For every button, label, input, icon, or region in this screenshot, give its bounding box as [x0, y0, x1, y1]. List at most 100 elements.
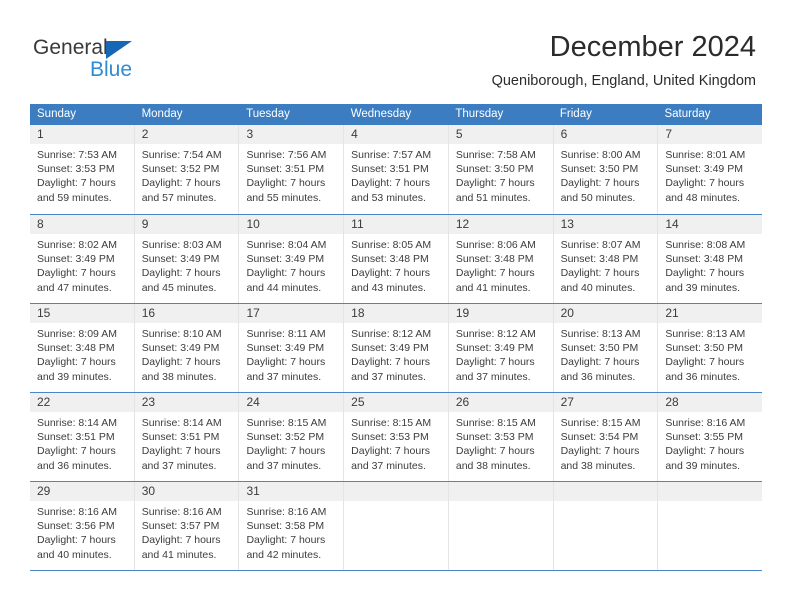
day-number-band: 29 — [30, 482, 134, 501]
sunrise-text: Sunrise: 8:16 AM — [665, 417, 746, 429]
daylight-text-line1: Daylight: 7 hours — [246, 356, 326, 369]
calendar-day-cell[interactable]: 12 Sunrise: 8:06 AM Sunset: 3:48 PM Dayligh… — [447, 215, 553, 303]
calendar-day-cell[interactable]: 21 Sunrise: 8:13 AM Sunset: 3:50 PM Dayligh… — [657, 304, 763, 392]
daylight-text-line1: Daylight: 7 hours — [560, 445, 640, 458]
sunrise-text: Sunrise: 8:07 AM — [560, 239, 641, 251]
daylight-text-line2: and 41 minutes. — [141, 548, 217, 561]
daylight-text-line2: and 57 minutes. — [141, 191, 217, 204]
day-number-band: 11 — [344, 215, 448, 234]
calendar-day-cell-empty — [447, 482, 553, 570]
calendar-day-cell[interactable]: 14 Sunrise: 8:08 AM Sunset: 3:48 PM Dayligh… — [657, 215, 763, 303]
daylight-text-line2: and 37 minutes. — [246, 370, 322, 383]
calendar-day-cell[interactable]: 13 Sunrise: 8:07 AM Sunset: 3:48 PM Dayligh… — [552, 215, 658, 303]
calendar-day-cell[interactable]: 22 Sunrise: 8:14 AM Sunset: 3:51 PM Dayligh… — [30, 393, 134, 481]
day-number-band: 3 — [239, 125, 344, 144]
daylight-text-line2: and 40 minutes. — [37, 548, 112, 561]
calendar-day-cell[interactable]: 15 Sunrise: 8:09 AM Sunset: 3:48 PM Dayligh… — [30, 304, 134, 392]
calendar-day-cell[interactable]: 6 Sunrise: 8:00 AM Sunset: 3:50 PM Daylight… — [552, 125, 658, 214]
day-sun-info: Sunrise: 8:15 AM Sunset: 3:54 PM Daylight:… — [554, 412, 658, 473]
daylight-text-line1: Daylight: 7 hours — [246, 267, 326, 280]
day-number-band: 6 — [553, 125, 658, 144]
day-number-band: 13 — [553, 215, 658, 234]
calendar-day-cell[interactable]: 2 Sunrise: 7:54 AM Sunset: 3:52 PM Daylight… — [133, 125, 239, 214]
sunset-text: Sunset: 3:50 PM — [455, 163, 534, 176]
calendar-day-cell[interactable]: 10 Sunrise: 8:04 AM Sunset: 3:49 PM Dayligh… — [238, 215, 344, 303]
calendar-day-cell[interactable]: 8 Sunrise: 8:02 AM Sunset: 3:49 PM Daylight… — [30, 215, 134, 303]
calendar-day-cell[interactable]: 19 Sunrise: 8:12 AM Sunset: 3:49 PM Dayligh… — [447, 304, 553, 392]
daylight-text-line2: and 55 minutes. — [246, 191, 322, 204]
calendar-day-cell[interactable]: 31 Sunrise: 8:16 AM Sunset: 3:58 PM Dayligh… — [238, 482, 344, 570]
daylight-text-line1: Daylight: 7 hours — [37, 534, 116, 547]
sunset-text: Sunset: 3:53 PM — [351, 431, 429, 444]
sunset-text: Sunset: 3:48 PM — [560, 253, 639, 266]
day-number-band: 9 — [134, 215, 239, 234]
day-number: 9 — [141, 217, 149, 231]
sunset-text: Sunset: 3:48 PM — [455, 253, 534, 266]
calendar-day-cell[interactable]: 7 Sunrise: 8:01 AM Sunset: 3:49 PM Daylight… — [657, 125, 763, 214]
calendar-day-cell[interactable]: 9 Sunrise: 8:03 AM Sunset: 3:49 PM Daylight… — [133, 215, 239, 303]
page-header: General Blue December 2024 Queniborough,… — [0, 0, 792, 100]
day-sun-info: Sunrise: 8:00 AM Sunset: 3:50 PM Daylight:… — [554, 144, 658, 205]
calendar-day-cell[interactable]: 27 Sunrise: 8:15 AM Sunset: 3:54 PM Dayligh… — [552, 393, 658, 481]
day-sun-info: Sunrise: 8:03 AM Sunset: 3:49 PM Daylight:… — [135, 234, 239, 295]
sunrise-text: Sunrise: 7:53 AM — [37, 149, 117, 161]
sunrise-text: Sunrise: 8:12 AM — [351, 328, 432, 340]
day-number: 2 — [141, 127, 149, 141]
dow-sunday: Sunday — [37, 108, 77, 120]
day-number-band: 23 — [134, 393, 239, 412]
day-sun-info: Sunrise: 8:16 AM Sunset: 3:55 PM Daylight:… — [658, 412, 762, 473]
calendar-day-cell[interactable]: 18 Sunrise: 8:12 AM Sunset: 3:49 PM Dayligh… — [343, 304, 448, 392]
calendar-day-cell[interactable]: 28 Sunrise: 8:16 AM Sunset: 3:55 PM Dayligh… — [657, 393, 763, 481]
calendar-grid: Sunday Monday Tuesday Wednesday Thursday… — [30, 104, 763, 571]
logo-triangle-icon — [106, 41, 132, 59]
daylight-text-line2: and 39 minutes. — [665, 281, 741, 294]
sunrise-text: Sunrise: 7:56 AM — [246, 149, 327, 161]
calendar-day-cell[interactable]: 23 Sunrise: 8:14 AM Sunset: 3:51 PM Dayligh… — [133, 393, 239, 481]
calendar-day-cell[interactable]: 29 Sunrise: 8:16 AM Sunset: 3:56 PM Dayligh… — [30, 482, 134, 570]
day-number: 31 — [246, 484, 260, 498]
day-sun-info — [449, 501, 553, 505]
daylight-text-line2: and 41 minutes. — [455, 281, 531, 294]
sunset-text: Sunset: 3:49 PM — [141, 253, 220, 266]
calendar-day-cell[interactable]: 5 Sunrise: 7:58 AM Sunset: 3:50 PM Daylight… — [447, 125, 553, 214]
sunset-text: Sunset: 3:50 PM — [560, 342, 639, 355]
daylight-text-line1: Daylight: 7 hours — [455, 177, 535, 190]
calendar-day-cell[interactable]: 3 Sunrise: 7:56 AM Sunset: 3:51 PM Daylight… — [238, 125, 344, 214]
day-number-band: 16 — [134, 304, 239, 323]
calendar-day-cell[interactable]: 16 Sunrise: 8:10 AM Sunset: 3:49 PM Dayligh… — [133, 304, 239, 392]
day-number-band: 7 — [658, 125, 763, 144]
day-number-band: 15 — [30, 304, 134, 323]
sunrise-text: Sunrise: 8:02 AM — [37, 239, 117, 251]
sunrise-text: Sunrise: 8:16 AM — [141, 506, 222, 518]
calendar-day-cell[interactable]: 30 Sunrise: 8:16 AM Sunset: 3:57 PM Dayligh… — [133, 482, 239, 570]
daylight-text-line1: Daylight: 7 hours — [37, 267, 116, 280]
day-sun-info: Sunrise: 7:58 AM Sunset: 3:50 PM Daylight:… — [449, 144, 553, 205]
day-number: 29 — [37, 484, 51, 498]
daylight-text-line2: and 38 minutes. — [560, 459, 636, 472]
sunrise-text: Sunrise: 8:16 AM — [37, 506, 117, 518]
day-sun-info: Sunrise: 8:12 AM Sunset: 3:49 PM Daylight:… — [449, 323, 553, 384]
day-number: 22 — [37, 395, 51, 409]
calendar-day-cell[interactable]: 25 Sunrise: 8:15 AM Sunset: 3:53 PM Dayligh… — [343, 393, 448, 481]
day-number-band: 5 — [448, 125, 553, 144]
daylight-text-line1: Daylight: 7 hours — [665, 445, 745, 458]
daylight-text-line2: and 37 minutes. — [351, 370, 426, 383]
calendar-day-cell[interactable]: 11 Sunrise: 8:05 AM Sunset: 3:48 PM Dayligh… — [343, 215, 448, 303]
day-number: 10 — [246, 217, 260, 231]
daylight-text-line1: Daylight: 7 hours — [351, 356, 430, 369]
daylight-text-line2: and 45 minutes. — [141, 281, 217, 294]
day-number: 11 — [351, 217, 364, 231]
day-sun-info: Sunrise: 8:05 AM Sunset: 3:48 PM Daylight:… — [344, 234, 448, 295]
day-number-band: 20 — [553, 304, 658, 323]
day-number-band: 31 — [239, 482, 344, 501]
calendar-day-cell[interactable]: 26 Sunrise: 8:15 AM Sunset: 3:53 PM Dayligh… — [447, 393, 553, 481]
day-sun-info: Sunrise: 8:04 AM Sunset: 3:49 PM Daylight:… — [239, 234, 343, 295]
calendar-day-cell[interactable]: 4 Sunrise: 7:57 AM Sunset: 3:51 PM Daylight… — [343, 125, 448, 214]
calendar-day-cell[interactable]: 1 Sunrise: 7:53 AM Sunset: 3:53 PM Daylight… — [30, 125, 134, 214]
day-sun-info: Sunrise: 8:15 AM Sunset: 3:53 PM Daylight:… — [344, 412, 448, 473]
sunset-text: Sunset: 3:48 PM — [351, 253, 429, 266]
calendar-day-cell[interactable]: 24 Sunrise: 8:15 AM Sunset: 3:52 PM Dayligh… — [238, 393, 344, 481]
calendar-day-cell[interactable]: 17 Sunrise: 8:11 AM Sunset: 3:49 PM Dayligh… — [238, 304, 344, 392]
day-number: 26 — [455, 395, 470, 409]
calendar-day-cell[interactable]: 20 Sunrise: 8:13 AM Sunset: 3:50 PM Dayligh… — [552, 304, 658, 392]
